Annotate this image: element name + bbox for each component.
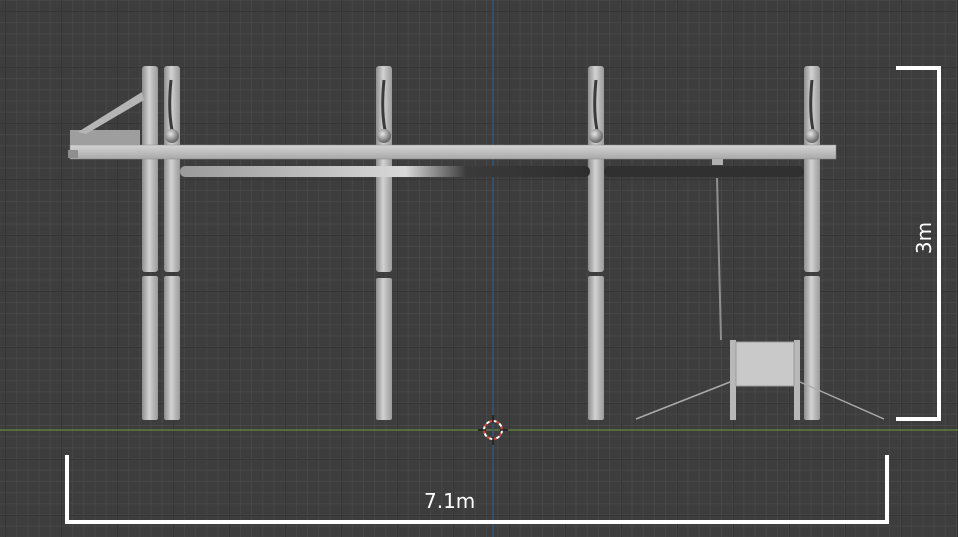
horizontal-pipe[interactable] (180, 166, 590, 177)
post-right[interactable] (804, 66, 820, 420)
top-beam[interactable] (69, 144, 837, 160)
sign-board[interactable] (635, 340, 885, 420)
post-middle-left[interactable] (376, 66, 392, 420)
ball-joint (377, 129, 391, 143)
scene-canvas[interactable] (0, 0, 958, 537)
ball-joint (165, 129, 179, 143)
post-middle-right[interactable] (588, 66, 604, 420)
rope-mount (712, 159, 723, 165)
ball-joint (805, 129, 819, 143)
ball-joint (589, 129, 603, 143)
width-dimension-bracket (65, 455, 889, 524)
width-dimension-label: 7.1m (424, 489, 476, 513)
height-dimension-label: 3m (912, 221, 937, 255)
post-left-inner[interactable] (164, 66, 180, 420)
post-left-outer[interactable] (142, 66, 158, 420)
3d-viewport[interactable]: 7.1m 3m (0, 0, 958, 537)
hanging-rope (716, 177, 722, 341)
horizontal-pipe-dark[interactable] (604, 166, 804, 177)
